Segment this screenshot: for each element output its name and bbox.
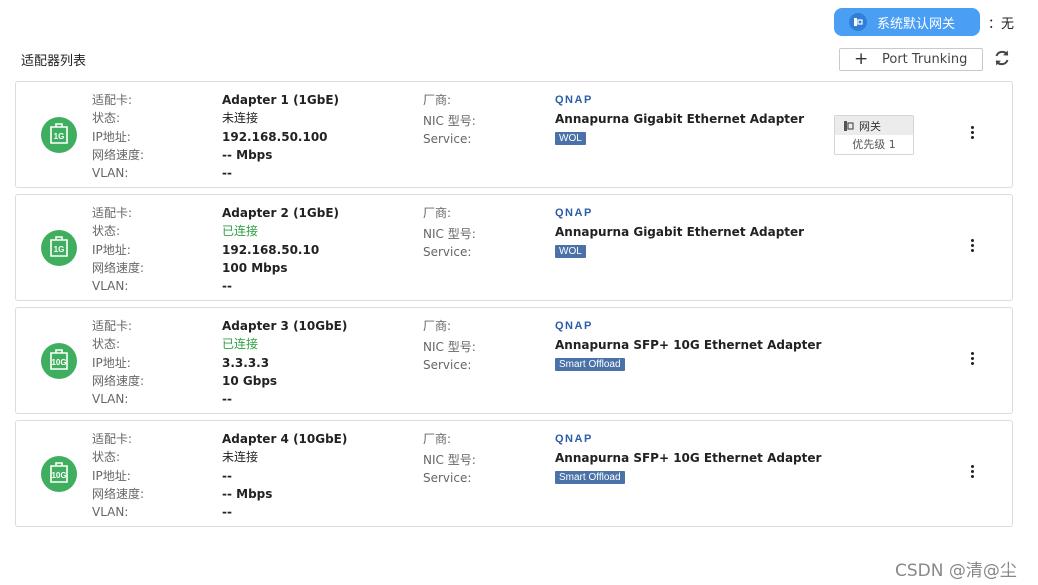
section-title: 适配器列表 — [21, 54, 87, 69]
adapter-card-4: 10G 适配卡: 状态: IP地址: 网络速度: VLAN: Adapter 4… — [15, 420, 1013, 527]
vlan-value: -- — [222, 166, 232, 180]
adapter-speed-icon-text: 10G — [51, 358, 67, 367]
vendor-label: 厂商: — [423, 206, 452, 220]
more-options-icon[interactable] — [966, 238, 978, 256]
adapter-card-3: 10G 适配卡: 状态: IP地址: 网络速度: VLAN: Adapter 3… — [15, 307, 1013, 414]
qnap-logo: QNAP — [555, 320, 593, 332]
adapter-name: Adapter 3 (10GbE) — [222, 319, 348, 333]
speed-value: -- Mbps — [222, 487, 273, 501]
watermark: CSDN @清@尘 — [895, 561, 1017, 581]
adapter-card-2: 1G 适配卡: 状态: IP地址: 网络速度: VLAN: Adapter 2 … — [15, 194, 1013, 301]
network-adapter-icon: 1G — [41, 230, 77, 266]
nic-model-label: NIC 型号: — [423, 114, 476, 128]
network-adapter-icon: 1G — [41, 117, 77, 153]
status-value: 未连接 — [222, 450, 259, 464]
service-label: Service: — [423, 245, 472, 259]
vendor-label: 厂商: — [423, 93, 452, 107]
status-value: 未连接 — [222, 111, 259, 125]
gateway-box-header: 网关 — [835, 116, 913, 135]
nic-model-value: Annapurna Gigabit Ethernet Adapter — [555, 112, 805, 126]
adapter-name: Adapter 1 (1GbE) — [222, 93, 340, 107]
ip-label: IP地址: — [92, 356, 131, 370]
vlan-label: VLAN: — [92, 392, 129, 406]
ip-value: 192.168.50.100 — [222, 130, 328, 144]
service-badge: WOL — [555, 132, 586, 145]
vlan-value: -- — [222, 392, 232, 406]
ip-label: IP地址: — [92, 243, 131, 257]
adapter-label: 适配卡: — [92, 319, 133, 333]
ip-label: IP地址: — [92, 130, 131, 144]
network-adapter-icon: 10G — [41, 343, 77, 379]
ip-value: 192.168.50.10 — [222, 243, 320, 257]
nic-model-label: NIC 型号: — [423, 227, 476, 241]
vlan-value: -- — [222, 279, 232, 293]
vlan-value: -- — [222, 505, 232, 519]
status-label: 状态: — [92, 337, 121, 351]
nic-model-label: NIC 型号: — [423, 340, 476, 354]
default-gateway-value: ：无 — [988, 17, 1015, 32]
plus-icon: + — [854, 49, 869, 69]
nic-model-value: Annapurna SFP+ 10G Ethernet Adapter — [555, 338, 822, 352]
service-label: Service: — [423, 471, 472, 485]
speed-value: 100 Mbps — [222, 261, 288, 275]
adapter-name: Adapter 4 (10GbE) — [222, 432, 348, 446]
vlan-label: VLAN: — [92, 505, 129, 519]
qnap-logo: QNAP — [555, 433, 593, 445]
adapter-label: 适配卡: — [92, 93, 133, 107]
adapter-speed-icon-text: 1G — [53, 245, 65, 254]
service-label: Service: — [423, 358, 472, 372]
gateway-icon — [844, 120, 854, 131]
vlan-label: VLAN: — [92, 279, 129, 293]
vendor-label: 厂商: — [423, 432, 452, 446]
ip-value: 3.3.3.3 — [222, 356, 270, 370]
gateway-priority: 优先级 1 — [852, 138, 896, 151]
qnap-logo: QNAP — [555, 94, 593, 106]
status-label: 状态: — [92, 450, 121, 464]
more-options-icon[interactable] — [966, 464, 978, 482]
nic-model-label: NIC 型号: — [423, 453, 476, 467]
adapter-label: 适配卡: — [92, 206, 133, 220]
speed-value: -- Mbps — [222, 148, 273, 162]
more-options-icon[interactable] — [966, 351, 978, 369]
adapter-speed-icon-text: 1G — [53, 132, 65, 141]
status-value: 已连接 — [222, 224, 259, 238]
adapter-label: 适配卡: — [92, 432, 133, 446]
adapter-speed-icon-text: 10G — [51, 471, 67, 480]
status-label: 状态: — [92, 111, 121, 125]
more-options-icon[interactable] — [966, 125, 978, 143]
port-trunking-label: Port Trunking — [882, 52, 968, 67]
default-gateway-label: 系统默认网关 — [877, 16, 956, 32]
service-label: Service: — [423, 132, 472, 146]
adapter-card-1: 1G 适配卡: 状态: IP地址: 网络速度: VLAN: Adapter 1 … — [15, 81, 1013, 188]
nic-model-value: Annapurna SFP+ 10G Ethernet Adapter — [555, 451, 822, 465]
gateway-priority-box: 网关优先级 1 — [834, 115, 914, 155]
speed-label: 网络速度: — [92, 487, 145, 501]
speed-label: 网络速度: — [92, 148, 145, 162]
port-trunking-button[interactable]: + Port Trunking — [839, 48, 983, 71]
vlan-label: VLAN: — [92, 166, 129, 180]
qnap-logo: QNAP — [555, 207, 593, 219]
nic-model-value: Annapurna Gigabit Ethernet Adapter — [555, 225, 805, 239]
service-badge: Smart Offload — [555, 358, 625, 371]
status-value: 已连接 — [222, 337, 259, 351]
speed-value: 10 Gbps — [222, 374, 278, 388]
speed-label: 网络速度: — [92, 374, 145, 388]
ip-label: IP地址: — [92, 469, 131, 483]
gateway-label: 网关 — [859, 119, 881, 133]
service-badge: Smart Offload — [555, 471, 625, 484]
default-gateway-button[interactable]: 系统默认网关 — [834, 8, 980, 36]
service-badge: WOL — [555, 245, 586, 258]
gateway-icon — [849, 13, 867, 31]
speed-label: 网络速度: — [92, 261, 145, 275]
vendor-label: 厂商: — [423, 319, 452, 333]
status-label: 状态: — [92, 224, 121, 238]
ip-value: -- — [222, 469, 232, 483]
adapter-name: Adapter 2 (1GbE) — [222, 206, 340, 220]
network-adapter-icon: 10G — [41, 456, 77, 492]
refresh-icon[interactable] — [992, 48, 1012, 68]
